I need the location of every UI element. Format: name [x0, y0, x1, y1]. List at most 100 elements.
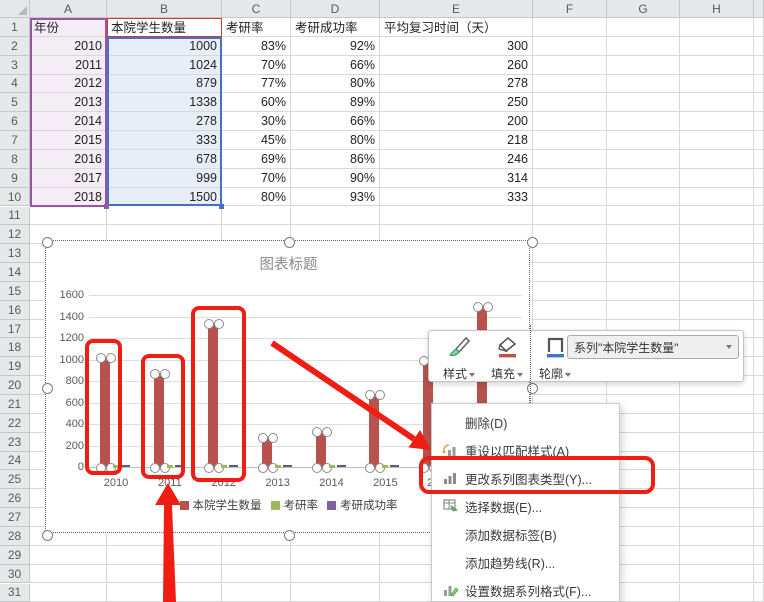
row-header-5[interactable]: 5 — [0, 93, 30, 112]
cell-G11[interactable] — [607, 207, 680, 226]
cell-H13[interactable] — [680, 244, 754, 263]
row-header-31[interactable]: 31 — [0, 584, 30, 602]
row-header-19[interactable]: 19 — [0, 357, 30, 376]
cell-G10[interactable] — [607, 188, 680, 207]
cell-G12[interactable] — [607, 225, 680, 244]
select-all-corner[interactable] — [0, 0, 30, 18]
cell-C11[interactable] — [222, 207, 291, 226]
chart-resize-handle[interactable] — [527, 383, 538, 394]
cell-I8[interactable] — [754, 150, 764, 169]
menu-item-6[interactable]: 添加趋势线(R)... — [432, 548, 619, 576]
cell-F6[interactable] — [533, 112, 607, 131]
cell-I15[interactable] — [754, 282, 764, 301]
cell-E5[interactable]: 250 — [380, 93, 533, 112]
cell-H23[interactable] — [680, 433, 754, 452]
fill-button[interactable]: 填充 — [485, 335, 529, 382]
cell-H26[interactable] — [680, 489, 754, 508]
legend-item-考研成功率[interactable]: 考研成功率 — [327, 497, 398, 513]
cell-C30[interactable] — [222, 565, 291, 584]
cell-I29[interactable] — [754, 546, 764, 565]
bar-2012[interactable] — [208, 323, 218, 467]
cell-B31[interactable] — [107, 584, 222, 602]
cell-G15[interactable] — [607, 282, 680, 301]
cell-D1[interactable]: 考研成功率 — [291, 18, 380, 37]
chart-resize-handle[interactable] — [284, 530, 295, 541]
cell-C1[interactable]: 考研率 — [222, 18, 291, 37]
row-header-24[interactable]: 24 — [0, 452, 30, 471]
cell-H7[interactable] — [680, 131, 754, 150]
cell-D9[interactable]: 90% — [291, 169, 380, 188]
cell-G16[interactable] — [607, 301, 680, 320]
cell-H2[interactable] — [680, 37, 754, 56]
cell-I25[interactable] — [754, 470, 764, 489]
cell-I22[interactable] — [754, 414, 764, 433]
row-header-9[interactable]: 9 — [0, 169, 30, 188]
cell-I26[interactable] — [754, 489, 764, 508]
row-header-29[interactable]: 29 — [0, 546, 30, 565]
cell-H24[interactable] — [680, 452, 754, 471]
cell-F12[interactable] — [533, 225, 607, 244]
cell-I14[interactable] — [754, 263, 764, 282]
cell-E10[interactable]: 333 — [380, 188, 533, 207]
bar-selection-handle[interactable] — [322, 427, 332, 437]
column-header-F[interactable]: F — [533, 0, 607, 18]
chart-title[interactable]: 图表标题 — [46, 253, 531, 274]
cell-I21[interactable] — [754, 395, 764, 414]
cell-D2[interactable]: 92% — [291, 37, 380, 56]
menu-item-5[interactable]: 添加数据标签(B) — [432, 520, 619, 548]
row-header-20[interactable]: 20 — [0, 376, 30, 395]
cell-F9[interactable] — [533, 169, 607, 188]
row-header-6[interactable]: 6 — [0, 112, 30, 131]
cell-I4[interactable] — [754, 75, 764, 94]
row-header-4[interactable]: 4 — [0, 75, 30, 94]
row-header-14[interactable]: 14 — [0, 263, 30, 282]
cell-D5[interactable]: 89% — [291, 93, 380, 112]
cell-H25[interactable] — [680, 470, 754, 489]
cell-F16[interactable] — [533, 301, 607, 320]
cell-H9[interactable] — [680, 169, 754, 188]
bar-selection-handle[interactable] — [96, 463, 106, 473]
cell-H21[interactable] — [680, 395, 754, 414]
cell-F2[interactable] — [533, 37, 607, 56]
cell-H29[interactable] — [680, 546, 754, 565]
cell-A30[interactable] — [30, 565, 107, 584]
cell-I19[interactable] — [754, 357, 764, 376]
cell-C4[interactable]: 77% — [222, 75, 291, 94]
cell-H6[interactable] — [680, 112, 754, 131]
cell-G13[interactable] — [607, 244, 680, 263]
cell-G4[interactable] — [607, 75, 680, 94]
chart-resize-handle[interactable] — [284, 237, 295, 248]
row-header-13[interactable]: 13 — [0, 244, 30, 263]
bar-2015[interactable] — [369, 394, 379, 467]
cell-B29[interactable] — [107, 546, 222, 565]
cell-A11[interactable] — [30, 207, 107, 226]
row-header-17[interactable]: 17 — [0, 320, 30, 339]
cell-E7[interactable]: 218 — [380, 131, 533, 150]
bar-selection-handle[interactable] — [268, 433, 278, 443]
row-header-8[interactable]: 8 — [0, 150, 30, 169]
cell-C7[interactable]: 45% — [222, 131, 291, 150]
cell-F13[interactable] — [533, 244, 607, 263]
row-header-22[interactable]: 22 — [0, 414, 30, 433]
cell-G14[interactable] — [607, 263, 680, 282]
row-header-26[interactable]: 26 — [0, 489, 30, 508]
cell-G7[interactable] — [607, 131, 680, 150]
bar-selection-handle[interactable] — [150, 369, 160, 379]
column-header-D[interactable]: D — [291, 0, 380, 18]
bar-2011[interactable] — [154, 373, 164, 467]
row-header-10[interactable]: 10 — [0, 188, 30, 207]
cell-D7[interactable]: 80% — [291, 131, 380, 150]
cell-B30[interactable] — [107, 565, 222, 584]
row-header-11[interactable]: 11 — [0, 207, 30, 226]
row-header-28[interactable]: 28 — [0, 527, 30, 546]
cell-D31[interactable] — [291, 584, 380, 602]
cell-I18[interactable] — [754, 338, 764, 357]
column-header-extra[interactable] — [754, 0, 764, 18]
cell-F5[interactable] — [533, 93, 607, 112]
cell-I28[interactable] — [754, 527, 764, 546]
cell-F14[interactable] — [533, 263, 607, 282]
cell-E6[interactable]: 200 — [380, 112, 533, 131]
column-header-B[interactable]: B — [107, 0, 222, 18]
cell-H12[interactable] — [680, 225, 754, 244]
bar-selection-handle[interactable] — [375, 390, 385, 400]
